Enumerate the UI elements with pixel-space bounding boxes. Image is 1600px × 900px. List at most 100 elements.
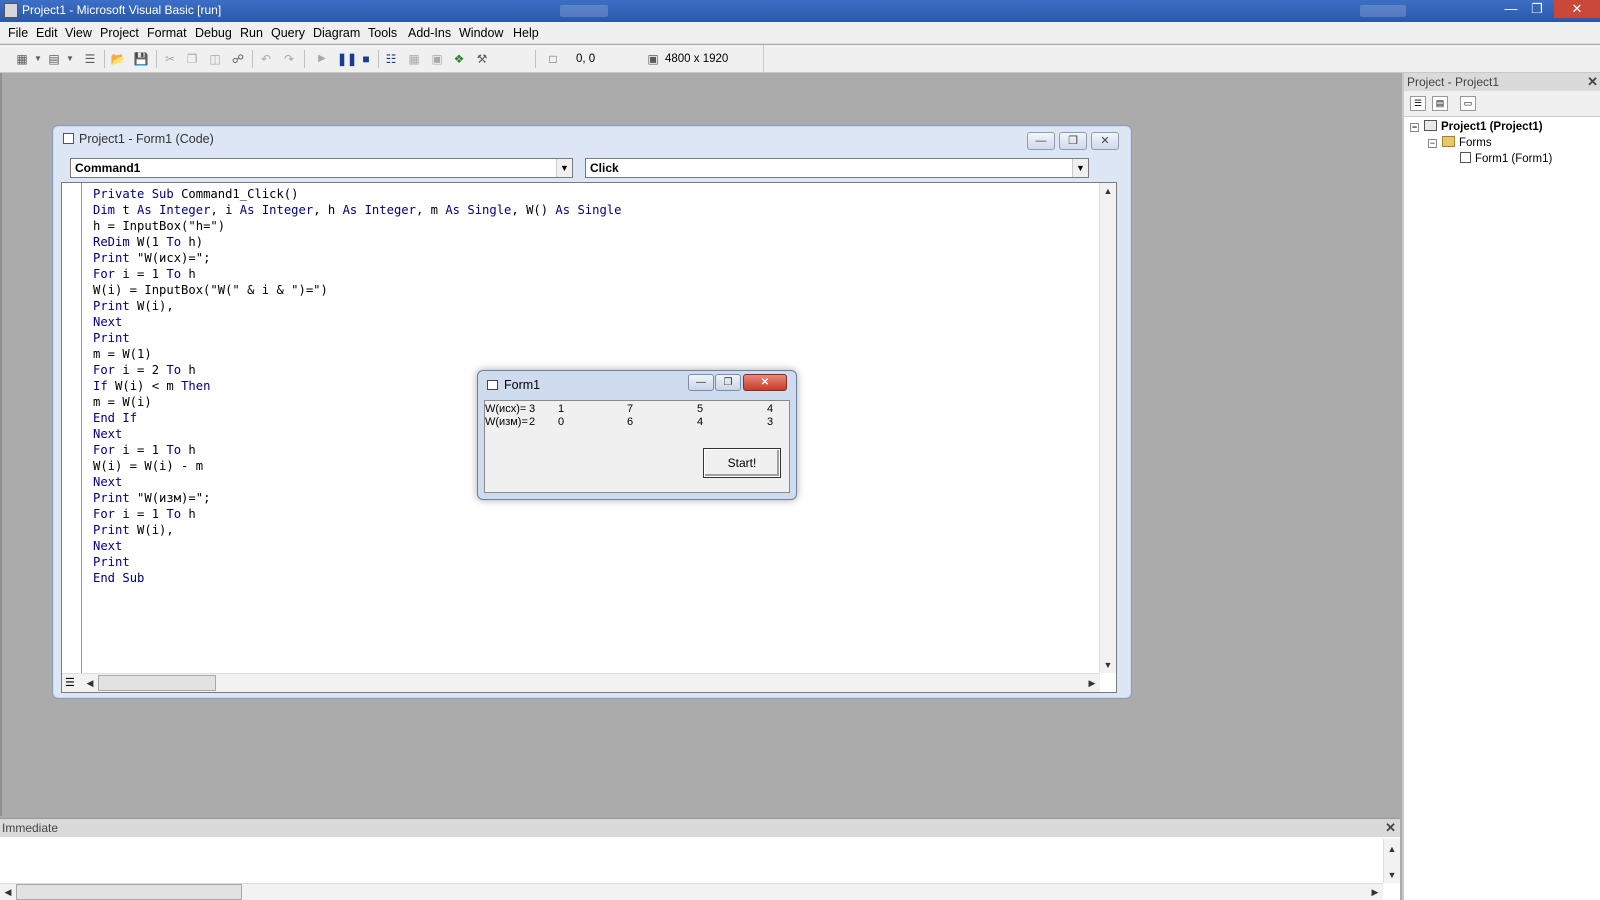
collapse-icon[interactable]: − bbox=[1428, 139, 1437, 148]
horizontal-scrollbar[interactable]: ◀ ▶ bbox=[0, 883, 1383, 900]
scroll-left-icon[interactable]: ◀ bbox=[0, 884, 16, 900]
open-icon[interactable]: 📂 bbox=[110, 51, 126, 67]
view-object-icon[interactable]: ▤ bbox=[1432, 96, 1448, 111]
scroll-up-icon[interactable]: ▲ bbox=[1100, 183, 1116, 199]
code-line[interactable]: Print bbox=[93, 330, 621, 346]
view-code-icon[interactable]: ☰ bbox=[1410, 96, 1426, 111]
close-button[interactable]: ✕ bbox=[1091, 132, 1119, 150]
close-icon[interactable]: ✕ bbox=[1587, 74, 1598, 90]
chevron-down-icon[interactable]: ▼ bbox=[30, 51, 46, 67]
immediate-window[interactable]: Immediate ✕ ▲ ▼ ◀ ▶ bbox=[0, 818, 1400, 900]
scrollbar-thumb[interactable] bbox=[16, 884, 242, 900]
scroll-up-icon[interactable]: ▲ bbox=[1384, 841, 1400, 857]
menu-debug[interactable]: Debug bbox=[195, 26, 232, 40]
collapse-icon[interactable]: − bbox=[1410, 123, 1419, 132]
scroll-down-icon[interactable]: ▼ bbox=[1384, 867, 1400, 883]
redo-icon[interactable]: ↷ bbox=[281, 51, 297, 67]
scroll-down-icon[interactable]: ▼ bbox=[1100, 657, 1116, 673]
menu-view[interactable]: View bbox=[65, 26, 92, 40]
close-button[interactable]: ✕ bbox=[1554, 0, 1600, 18]
standard-toolbar: ▦ ▼ ▤ ▼ ☰ 📂 💾 ✂ ❐ ◫ ☍ ↶ ↷ ▶ ❚❚ ■ ☷ ▦ ▣ ❖… bbox=[0, 45, 764, 73]
menu-project[interactable]: Project bbox=[100, 26, 139, 40]
add-form-icon[interactable]: ▤ bbox=[46, 51, 62, 67]
menu-run[interactable]: Run bbox=[240, 26, 263, 40]
code-line[interactable]: Print bbox=[93, 554, 621, 570]
menu-add-ins[interactable]: Add-Ins bbox=[408, 26, 451, 40]
object-browser-icon[interactable]: ❖ bbox=[451, 51, 467, 67]
menu-diagram[interactable]: Diagram bbox=[313, 26, 360, 40]
chevron-down-icon[interactable]: ▼ bbox=[1072, 159, 1088, 177]
chevron-down-icon[interactable]: ▼ bbox=[556, 159, 572, 177]
project-explorer-icon[interactable]: ☷ bbox=[383, 51, 399, 67]
horizontal-scrollbar[interactable]: ◀ ▶ bbox=[82, 673, 1100, 692]
menu-file[interactable]: File bbox=[8, 26, 28, 40]
save-icon[interactable]: 💾 bbox=[133, 51, 149, 67]
code-line[interactable]: Print "W(исх)="; bbox=[93, 250, 621, 266]
code-line[interactable]: Next bbox=[93, 538, 621, 554]
scroll-right-icon[interactable]: ▶ bbox=[1084, 675, 1100, 691]
toggle-folders-icon[interactable]: ▭ bbox=[1460, 96, 1476, 111]
break-icon[interactable]: ❚❚ bbox=[337, 51, 357, 67]
menu-help[interactable]: Help bbox=[513, 26, 539, 40]
cut-icon[interactable]: ✂ bbox=[162, 51, 178, 67]
vertical-scrollbar[interactable]: ▲ ▼ bbox=[1099, 183, 1116, 673]
find-icon[interactable]: ☍ bbox=[230, 51, 246, 67]
window-title: Project1 - Microsoft Visual Basic [run] bbox=[22, 3, 222, 17]
menu-edit[interactable]: Edit bbox=[36, 26, 58, 40]
tree-node-form1[interactable]: Form1 (Form1) bbox=[1460, 152, 1552, 165]
code-line[interactable]: For i = 1 To h bbox=[93, 506, 621, 522]
close-button[interactable]: ✕ bbox=[743, 374, 787, 391]
scroll-right-icon[interactable]: ▶ bbox=[1367, 884, 1383, 900]
code-line[interactable]: ReDim W(1 To h) bbox=[93, 234, 621, 250]
code-line[interactable]: Dim t As Integer, i As Integer, h As Int… bbox=[93, 202, 621, 218]
code-line[interactable]: m = W(1) bbox=[93, 346, 621, 362]
procedure-combo[interactable]: Click ▼ bbox=[585, 158, 1089, 178]
menu-tools[interactable]: Tools bbox=[368, 26, 397, 40]
form-layout-icon[interactable]: ▣ bbox=[429, 51, 445, 67]
properties-window-icon[interactable]: ▦ bbox=[406, 51, 422, 67]
toolbar-separator bbox=[156, 50, 157, 68]
paste-icon[interactable]: ◫ bbox=[207, 51, 223, 67]
copy-icon[interactable]: ❐ bbox=[184, 51, 200, 67]
scroll-left-icon[interactable]: ◀ bbox=[82, 675, 98, 691]
menu-editor-icon[interactable]: ☰ bbox=[82, 51, 98, 67]
code-line[interactable]: End Sub bbox=[93, 570, 621, 586]
toolbox-icon[interactable]: ⚒ bbox=[474, 51, 490, 67]
end-icon[interactable]: ■ bbox=[358, 51, 374, 67]
code-window-title-text: Project1 - Form1 (Code) bbox=[79, 132, 214, 146]
vertical-scrollbar[interactable]: ▲ ▼ bbox=[1383, 839, 1400, 883]
tree-node-forms[interactable]: − Forms bbox=[1428, 136, 1492, 149]
close-icon[interactable]: ✕ bbox=[1385, 820, 1396, 836]
undo-icon[interactable]: ↶ bbox=[258, 51, 274, 67]
scrollbar-thumb[interactable] bbox=[98, 675, 216, 691]
code-line[interactable]: W(i) = InputBox("W(" & i & ")=") bbox=[93, 282, 621, 298]
add-project-icon[interactable]: ▦ bbox=[14, 51, 30, 67]
start-button[interactable]: Start! bbox=[703, 448, 781, 478]
menu-query[interactable]: Query bbox=[271, 26, 305, 40]
output-value: 6 bbox=[627, 416, 634, 428]
restore-button[interactable]: ❐ bbox=[1520, 0, 1554, 18]
size-icon: ▣ bbox=[647, 52, 659, 66]
start-icon[interactable]: ▶ bbox=[314, 51, 330, 67]
menu-format[interactable]: Format bbox=[147, 26, 187, 40]
procedure-view-icon[interactable]: ☰ bbox=[65, 676, 75, 689]
restore-button[interactable]: ❐ bbox=[715, 374, 741, 391]
code-line[interactable]: h = InputBox("h=") bbox=[93, 218, 621, 234]
tree-node-project[interactable]: − Project1 (Project1) bbox=[1410, 120, 1543, 133]
code-line[interactable]: For i = 1 To h bbox=[93, 266, 621, 282]
minimize-button[interactable]: — bbox=[1027, 132, 1055, 150]
restore-button[interactable]: ❐ bbox=[1059, 132, 1087, 150]
code-line[interactable]: Next bbox=[93, 314, 621, 330]
form1-window[interactable]: Form1 — ❐ ✕ W(исх)= 3 1 7 5 4 W(изм)= 2 … bbox=[477, 370, 797, 500]
output-value: 2 bbox=[529, 416, 536, 428]
code-line[interactable]: Private Sub Command1_Click() bbox=[93, 186, 621, 202]
minimize-button[interactable]: — bbox=[688, 374, 714, 391]
code-margin-bar[interactable] bbox=[62, 183, 82, 673]
code-line[interactable]: Print W(i), bbox=[93, 522, 621, 538]
menu-window[interactable]: Window bbox=[459, 26, 503, 40]
size-readout: 4800 x 1920 bbox=[665, 53, 729, 65]
object-combo[interactable]: Command1 ▼ bbox=[70, 158, 573, 178]
output-value: 4 bbox=[767, 403, 774, 415]
chevron-down-icon[interactable]: ▼ bbox=[62, 51, 78, 67]
code-line[interactable]: Print W(i), bbox=[93, 298, 621, 314]
